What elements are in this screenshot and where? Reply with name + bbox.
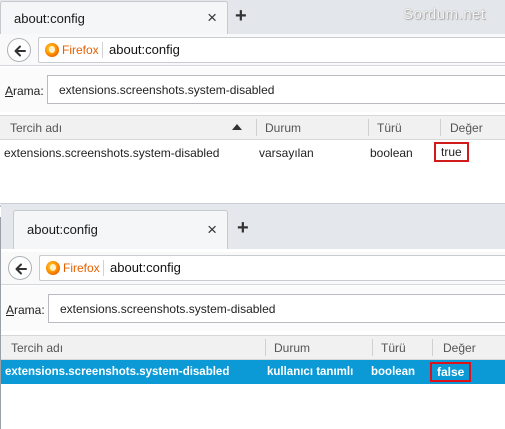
about-config-window-default: about:config × + Sordum.net Firefox abou… <box>0 0 505 196</box>
column-divider[interactable] <box>432 339 433 356</box>
column-header-value[interactable]: Değer <box>443 341 476 355</box>
search-label-text: rama: <box>13 84 44 98</box>
new-tab-icon[interactable]: + <box>237 216 249 240</box>
firefox-icon <box>45 43 59 57</box>
pref-name: extensions.screenshots.system-disabled <box>5 366 230 378</box>
watermark-logo: Sordum.net <box>403 6 486 23</box>
url-bar[interactable]: Firefox about:config <box>39 255 505 281</box>
pref-value-highlighted[interactable]: false <box>430 362 472 382</box>
navigation-toolbar: Firefox about:config <box>1 252 505 285</box>
search-row: Arama: <box>1 286 505 331</box>
column-divider[interactable] <box>256 119 257 136</box>
column-divider[interactable] <box>440 119 441 136</box>
back-button[interactable] <box>8 256 32 280</box>
url-bar[interactable]: Firefox about:config <box>38 37 505 63</box>
url-text: about:config <box>109 42 180 57</box>
table-row[interactable]: extensions.screenshots.system-disabled v… <box>0 140 505 164</box>
column-header-status[interactable]: Durum <box>265 121 301 135</box>
table-header: Tercih adı Durum Türü Değer <box>1 335 505 360</box>
column-divider[interactable] <box>372 339 373 356</box>
identity-label: Firefox <box>63 261 100 275</box>
tab-close-icon[interactable]: × <box>207 8 217 28</box>
search-label: Arama: <box>5 84 44 98</box>
pref-type: boolean <box>370 146 413 160</box>
search-label: Arama: <box>6 303 45 317</box>
back-button[interactable] <box>7 38 31 62</box>
back-arrow-icon <box>14 45 26 57</box>
search-label-accesskey: A <box>5 84 14 98</box>
pref-status: kullanıcı tanımlı <box>267 366 354 378</box>
tab-close-icon[interactable]: × <box>207 220 217 240</box>
pref-value-highlighted[interactable]: true <box>434 142 469 162</box>
identity-label: Firefox <box>62 43 99 57</box>
navigation-toolbar: Firefox about:config <box>0 34 505 66</box>
tab-about-config[interactable]: about:config × <box>13 210 228 249</box>
column-header-value[interactable]: Değer <box>450 121 483 135</box>
search-label-text: rama: <box>14 303 45 317</box>
tab-title: about:config <box>14 11 85 26</box>
column-header-type[interactable]: Türü <box>377 121 402 135</box>
search-label-accesskey: A <box>6 303 15 317</box>
tab-about-config[interactable]: about:config × <box>0 1 228 34</box>
back-arrow-icon <box>15 263 27 275</box>
preferences-table: Tercih adı Durum Türü Değer extensions.s… <box>0 115 505 164</box>
column-header-status[interactable]: Durum <box>274 341 310 355</box>
search-input[interactable] <box>48 294 505 323</box>
tab-strip: about:config × + <box>1 204 505 249</box>
table-header: Tercih adı Durum Türü Değer <box>0 115 505 140</box>
url-separator <box>103 260 104 276</box>
search-row: Arama: <box>0 67 505 112</box>
sort-ascending-icon[interactable] <box>232 124 242 130</box>
tab-strip: about:config × + Sordum.net <box>0 0 505 34</box>
firefox-icon <box>46 261 60 275</box>
about-config-window-modified: about:config × + Firefox about:config Ar… <box>0 204 505 429</box>
url-text: about:config <box>110 260 181 275</box>
pref-status: varsayılan <box>259 146 314 160</box>
column-header-name[interactable]: Tercih adı <box>10 121 62 135</box>
column-divider[interactable] <box>265 339 266 356</box>
column-divider[interactable] <box>368 119 369 136</box>
pref-type: boolean <box>371 366 416 378</box>
new-tab-icon[interactable]: + <box>235 4 247 28</box>
column-header-type[interactable]: Türü <box>381 341 406 355</box>
preferences-table: Tercih adı Durum Türü Değer extensions.s… <box>1 335 505 384</box>
url-separator <box>102 42 103 58</box>
tab-title: about:config <box>27 222 98 237</box>
pref-name: extensions.screenshots.system-disabled <box>4 146 220 160</box>
table-row-selected[interactable]: extensions.screenshots.system-disabled k… <box>1 360 505 384</box>
column-header-name[interactable]: Tercih adı <box>11 341 63 355</box>
search-input[interactable] <box>47 75 505 104</box>
